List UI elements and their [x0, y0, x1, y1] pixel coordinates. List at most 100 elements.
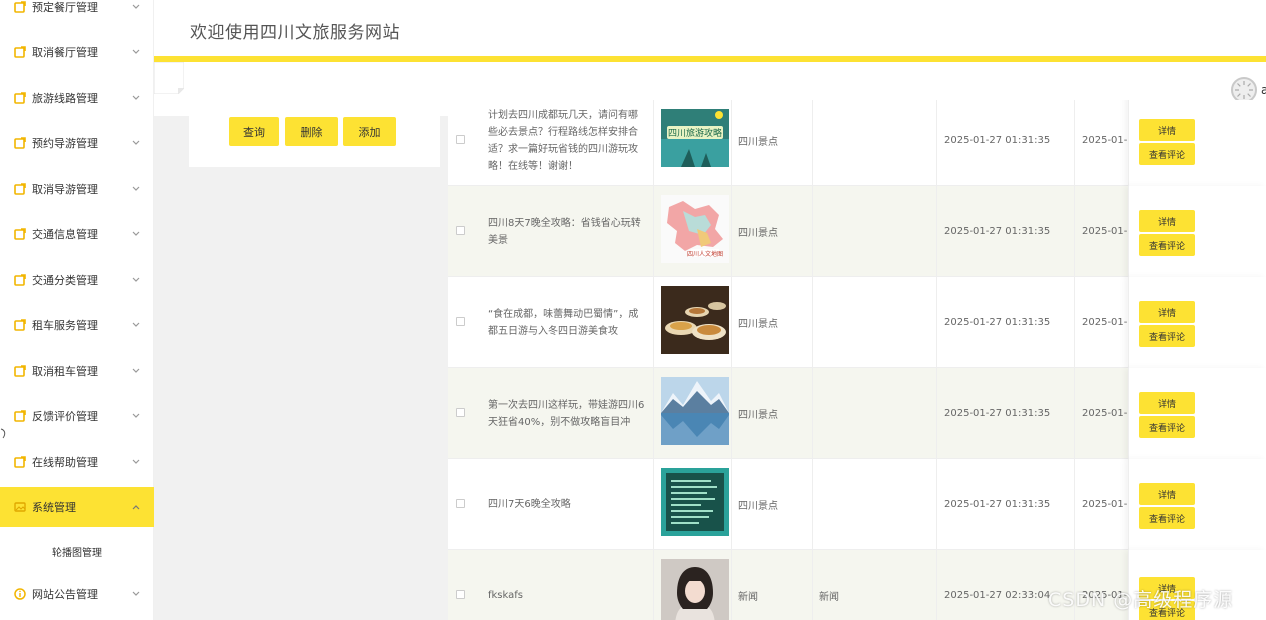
row-thumbnail	[661, 377, 729, 445]
row-subtype: 新闻	[813, 550, 937, 620]
image-icon	[14, 501, 26, 513]
sidebar-item-label: 反馈评价管理	[32, 410, 98, 423]
row-subtype	[813, 186, 937, 277]
sidebar-item-restaurant-cancel[interactable]: 取消餐厅管理	[0, 32, 154, 72]
sidebar-item-label: 预约导游管理	[32, 137, 98, 150]
row-checkbox[interactable]	[456, 499, 465, 508]
document-icon	[14, 1, 26, 13]
row-updated-time: 2025-01-27	[1082, 135, 1135, 146]
sidebar-item-traffic-category[interactable]: 交通分类管理	[0, 260, 154, 300]
chevron-down-icon	[132, 413, 140, 418]
sidebar-item-announcements[interactable]: 网站公告管理	[0, 574, 154, 614]
row-updated-time: 2025-01-27	[1082, 408, 1135, 419]
detail-button[interactable]: 详情	[1139, 210, 1195, 232]
chevron-down-icon	[132, 140, 140, 145]
row-checkbox[interactable]	[456, 135, 465, 144]
row-type: 四川景点	[731, 459, 813, 550]
view-comments-button[interactable]: 查看评论	[1139, 507, 1195, 529]
chevron-down-icon	[132, 49, 140, 54]
sidebar-item-label: 取消餐厅管理	[32, 46, 98, 59]
document-icon	[14, 456, 26, 468]
table-row: 四川8天7晚全攻略：省钱省心玩转美景 四川人文地图 四川景点 2025-01-2…	[448, 186, 1266, 277]
table-row: “食在成都，味蕾舞动巴蜀情”，成都五日游与入冬四日游美食攻 四川景点 2025-…	[448, 277, 1266, 368]
row-thumbnail	[661, 286, 729, 354]
row-title: “食在成都，味蕾舞动巴蜀情”，成都五日游与入冬四日游美食攻	[482, 277, 654, 368]
document-icon	[14, 137, 26, 149]
thumb-label: 四川人文地图	[687, 250, 723, 258]
row-checkbox[interactable]	[456, 590, 465, 599]
sidebar-item-car-rental[interactable]: 租车服务管理	[0, 305, 154, 345]
watermark: CSDN @高级程序源	[1048, 589, 1234, 611]
row-checkbox[interactable]	[456, 226, 465, 235]
document-icon	[14, 92, 26, 104]
detail-button[interactable]: 详情	[1139, 392, 1195, 414]
search-button[interactable]: 查询	[229, 117, 279, 146]
mouse-cursor-icon	[0, 428, 6, 439]
row-checkbox[interactable]	[456, 317, 465, 326]
row-type: 四川景点	[731, 100, 813, 186]
sidebar-item-label: 旅游线路管理	[32, 92, 98, 105]
detail-button[interactable]: 详情	[1139, 301, 1195, 323]
row-thumbnail: 四川人文地图	[661, 195, 729, 263]
data-table: 计划去四川成都玩几天，请问有哪些必去景点？行程路线怎样安排合适？求一篇好玩省钱的…	[448, 100, 1266, 620]
row-updated-time: 2025-01-27	[1082, 317, 1135, 328]
table-row: 四川7天6晚全攻略 四川景点 2025-01-27 01:31:35 2025-…	[448, 459, 1266, 550]
view-comments-button[interactable]: 查看评论	[1139, 234, 1195, 256]
view-comments-button[interactable]: 查看评论	[1139, 325, 1195, 347]
sidebar-item-car-rental-cancel[interactable]: 取消租车管理	[0, 351, 154, 391]
sidebar-item-traffic-info[interactable]: 交通信息管理	[0, 214, 154, 254]
row-type: 新闻	[731, 550, 813, 620]
detail-button[interactable]: 详情	[1139, 483, 1195, 505]
document-icon	[14, 46, 26, 58]
collapse-menu-icon[interactable]	[153, 61, 185, 95]
document-icon	[14, 319, 26, 331]
row-title: 计划去四川成都玩几天，请问有哪些必去景点？行程路线怎样安排合适？求一篇好玩省钱的…	[482, 100, 654, 186]
row-created-time: 2025-01-27 01:31:35	[937, 277, 1075, 368]
sidebar-item-label: 系统管理	[32, 501, 76, 514]
row-thumbnail: 四川旅游攻略	[661, 109, 729, 167]
view-comments-button[interactable]: 查看评论	[1139, 416, 1195, 438]
detail-button[interactable]: 详情	[1139, 119, 1195, 141]
view-comments-button[interactable]: 查看评论	[1139, 143, 1195, 165]
add-button[interactable]: 添加	[343, 117, 396, 146]
sidebar-item-label: 租车服务管理	[32, 319, 98, 332]
row-checkbox[interactable]	[456, 408, 465, 417]
sidebar-item-label: 交通分类管理	[32, 274, 98, 287]
document-icon	[14, 183, 26, 195]
chevron-down-icon	[132, 231, 140, 236]
row-actions: 详情 查看评论	[1128, 368, 1266, 459]
sidebar-item-label: 交通信息管理	[32, 228, 98, 241]
sidebar-subitem-carousel[interactable]: 轮播图管理	[0, 537, 154, 565]
sidebar-subitem-label: 轮播图管理	[52, 547, 102, 559]
sidebar-item-online-help[interactable]: 在线帮助管理	[0, 442, 154, 482]
delete-button[interactable]: 删除	[285, 117, 338, 146]
sidebar-item-tour-routes[interactable]: 旅游线路管理	[0, 78, 154, 118]
chevron-down-icon	[132, 95, 140, 100]
row-updated-time: 2025-01-27	[1082, 226, 1135, 237]
sidebar-item-guide-cancel[interactable]: 取消导游管理	[0, 169, 154, 209]
sidebar-item-restaurant-booking[interactable]: 预定餐厅管理	[0, 0, 154, 27]
sidebar-item-feedback[interactable]: 反馈评价管理	[0, 396, 154, 436]
row-created-time: 2025-01-27 01:31:35	[937, 186, 1075, 277]
row-type: 四川景点	[731, 186, 813, 277]
user-name[interactable]: a	[1261, 83, 1266, 97]
document-icon	[14, 365, 26, 377]
page-title: 欢迎使用四川文旅服务网站	[190, 23, 400, 43]
row-created-time: 2025-01-27 01:31:35	[937, 459, 1075, 550]
row-subtype	[813, 368, 937, 459]
sidebar-item-guide-booking[interactable]: 预约导游管理	[0, 123, 154, 163]
row-thumbnail	[661, 468, 729, 536]
row-actions: 详情 查看评论	[1128, 277, 1266, 368]
chevron-up-icon	[132, 505, 140, 510]
row-type: 四川景点	[731, 277, 813, 368]
row-actions: 详情 查看评论	[1128, 459, 1266, 550]
row-actions: 详情 查看评论	[1128, 100, 1266, 186]
chevron-down-icon	[132, 277, 140, 282]
row-actions: 详情 查看评论	[1128, 186, 1266, 277]
chevron-down-icon	[132, 368, 140, 373]
row-subtype	[813, 459, 937, 550]
chevron-down-icon	[132, 186, 140, 191]
sidebar-item-system[interactable]: 系统管理	[0, 487, 154, 527]
chevron-down-icon	[132, 591, 140, 596]
row-updated-time: 2025-01-27	[1082, 499, 1135, 510]
